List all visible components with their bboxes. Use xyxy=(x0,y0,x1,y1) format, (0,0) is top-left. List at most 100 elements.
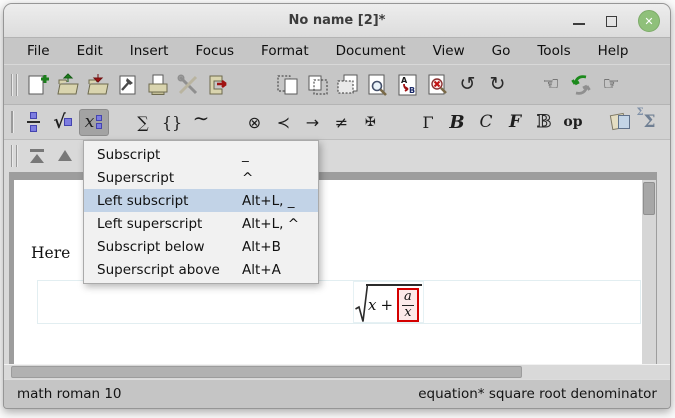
shortcut-label: _ xyxy=(242,147,249,163)
sum-button[interactable]: ∑ xyxy=(130,109,156,136)
print-icon xyxy=(146,73,170,97)
menu-item-subscript-below[interactable]: Subscript below Alt+B xyxy=(84,235,318,258)
maltese-icon: ✠ xyxy=(365,115,376,130)
preferences-button[interactable] xyxy=(176,71,201,98)
cards-icon xyxy=(611,113,631,131)
style-document-button[interactable] xyxy=(116,71,141,98)
operator-style-button[interactable]: op xyxy=(560,109,586,136)
tools-icon xyxy=(176,73,200,97)
variable-x: x xyxy=(368,296,376,314)
title-bar[interactable]: No name [2]* ✕ xyxy=(4,4,670,38)
fraktur-f-icon: F xyxy=(509,112,521,132)
maximize-button[interactable] xyxy=(606,16,617,27)
close-button[interactable]: ✕ xyxy=(638,10,660,32)
previous-button[interactable] xyxy=(53,144,77,168)
large-operator-button[interactable]: ΣΣ xyxy=(637,109,663,136)
menu-edit[interactable]: Edit xyxy=(77,43,103,59)
equation-environment[interactable]: x + a x xyxy=(37,280,641,324)
bold-style-button[interactable]: B xyxy=(444,109,470,136)
cut-button[interactable] xyxy=(335,71,360,98)
accent-icon: ∼ xyxy=(193,106,210,130)
shortcut-label: Alt+L, ^ xyxy=(242,216,299,232)
forward-button[interactable]: ☞ xyxy=(599,71,624,98)
open-document-button[interactable] xyxy=(56,71,81,98)
blackboard-b-icon: B xyxy=(537,112,551,132)
menu-item-superscript[interactable]: Superscript ^ xyxy=(84,166,318,189)
otimes-button[interactable]: ⊗ xyxy=(242,109,268,136)
save-document-button[interactable] xyxy=(86,71,111,98)
braces-button[interactable]: {} xyxy=(159,109,185,136)
menu-document[interactable]: Document xyxy=(336,43,406,59)
menu-file[interactable]: File xyxy=(27,43,50,59)
scripts-button[interactable]: x xyxy=(79,109,109,136)
spell-check-button[interactable] xyxy=(425,71,450,98)
document-text[interactable]: Here xyxy=(31,244,70,262)
fraction-icon xyxy=(27,112,40,132)
texmacs-window: No name [2]* ✕ File Edit Insert Focus Fo… xyxy=(3,3,671,409)
copy-button[interactable] xyxy=(275,71,300,98)
menu-format[interactable]: Format xyxy=(261,43,309,59)
fraktur-style-button[interactable]: F xyxy=(502,109,528,136)
new-document-button[interactable] xyxy=(26,71,51,98)
calligraphic-style-button[interactable]: C xyxy=(473,109,499,136)
minimize-button[interactable] xyxy=(573,23,585,25)
undo-button[interactable]: ↺ xyxy=(455,71,480,98)
maltese-button[interactable]: ✠ xyxy=(358,109,384,136)
menu-go[interactable]: Go xyxy=(492,43,511,59)
toolbar-grip[interactable] xyxy=(11,111,13,133)
export-button[interactable] xyxy=(206,71,231,98)
greek-style-button[interactable]: Γ xyxy=(415,109,441,136)
prec-button[interactable]: ≺ xyxy=(271,109,297,136)
square-root-icon: √ xyxy=(53,111,72,133)
wrench-sigma-icon: Σ xyxy=(669,110,672,134)
forward-hand-icon: ☞ xyxy=(602,75,619,94)
blackboard-style-button[interactable]: B xyxy=(531,109,557,136)
plus-operator: + xyxy=(380,296,393,314)
mode-switch-button[interactable] xyxy=(608,109,634,136)
square-root-button[interactable]: √ xyxy=(50,109,76,136)
customize-math-button[interactable]: Σ xyxy=(666,109,672,136)
menu-insert[interactable]: Insert xyxy=(130,43,169,59)
arrow-button[interactable]: → xyxy=(300,109,326,136)
paste-button[interactable] xyxy=(305,71,330,98)
bold-b-icon: B xyxy=(449,112,464,133)
menu-item-left-subscript[interactable]: Left subscript Alt+L, _ xyxy=(84,189,318,212)
status-left: math roman 10 xyxy=(17,386,122,402)
redo-button[interactable]: ↻ xyxy=(485,71,510,98)
sum-icon: ∑ xyxy=(137,113,148,132)
hammer-page-icon xyxy=(116,73,140,97)
fraction-button[interactable] xyxy=(21,109,47,136)
menu-item-left-superscript[interactable]: Left superscript Alt+L, ^ xyxy=(84,212,318,235)
print-button[interactable] xyxy=(146,71,171,98)
main-toolbar: AB ↺ ↻ ☜ ☞ xyxy=(4,64,670,104)
toolbar-grip[interactable] xyxy=(11,145,17,167)
formula[interactable]: x + a x xyxy=(353,281,424,323)
horizontal-scrollbar[interactable] xyxy=(4,364,670,379)
exit-upward-button[interactable] xyxy=(25,144,49,168)
op-icon: op xyxy=(563,114,582,130)
menu-help[interactable]: Help xyxy=(598,43,629,59)
horizontal-scrollbar-thumb[interactable] xyxy=(11,366,522,378)
new-document-icon xyxy=(26,73,50,97)
save-document-icon xyxy=(86,73,110,97)
menu-item-subscript[interactable]: Subscript _ xyxy=(84,143,318,166)
menu-item-superscript-above[interactable]: Superscript above Alt+A xyxy=(84,258,318,281)
selected-fraction[interactable]: a x xyxy=(397,288,419,322)
menu-focus[interactable]: Focus xyxy=(195,43,234,59)
vertical-scrollbar[interactable] xyxy=(642,180,656,364)
gamma-icon: Γ xyxy=(422,113,433,132)
search-button[interactable] xyxy=(365,71,390,98)
status-right: equation* square root denominator xyxy=(418,386,657,402)
scripts-icon: x xyxy=(85,112,103,132)
menu-tools[interactable]: Tools xyxy=(537,43,570,59)
replace-button[interactable]: AB xyxy=(395,71,420,98)
accent-button[interactable]: ∼ xyxy=(188,109,214,136)
reload-icon xyxy=(569,73,593,97)
reload-button[interactable] xyxy=(569,71,594,98)
neq-button[interactable]: ≠ xyxy=(329,109,355,136)
menu-view[interactable]: View xyxy=(433,43,465,59)
math-toolbar: √ x ∑ {} ∼ ⊗ ≺ → ≠ ✠ Γ B C F B op ΣΣ xyxy=(4,104,670,139)
toolbar-grip[interactable] xyxy=(11,74,17,96)
vertical-scrollbar-thumb[interactable] xyxy=(643,182,655,215)
back-button[interactable]: ☜ xyxy=(539,71,564,98)
